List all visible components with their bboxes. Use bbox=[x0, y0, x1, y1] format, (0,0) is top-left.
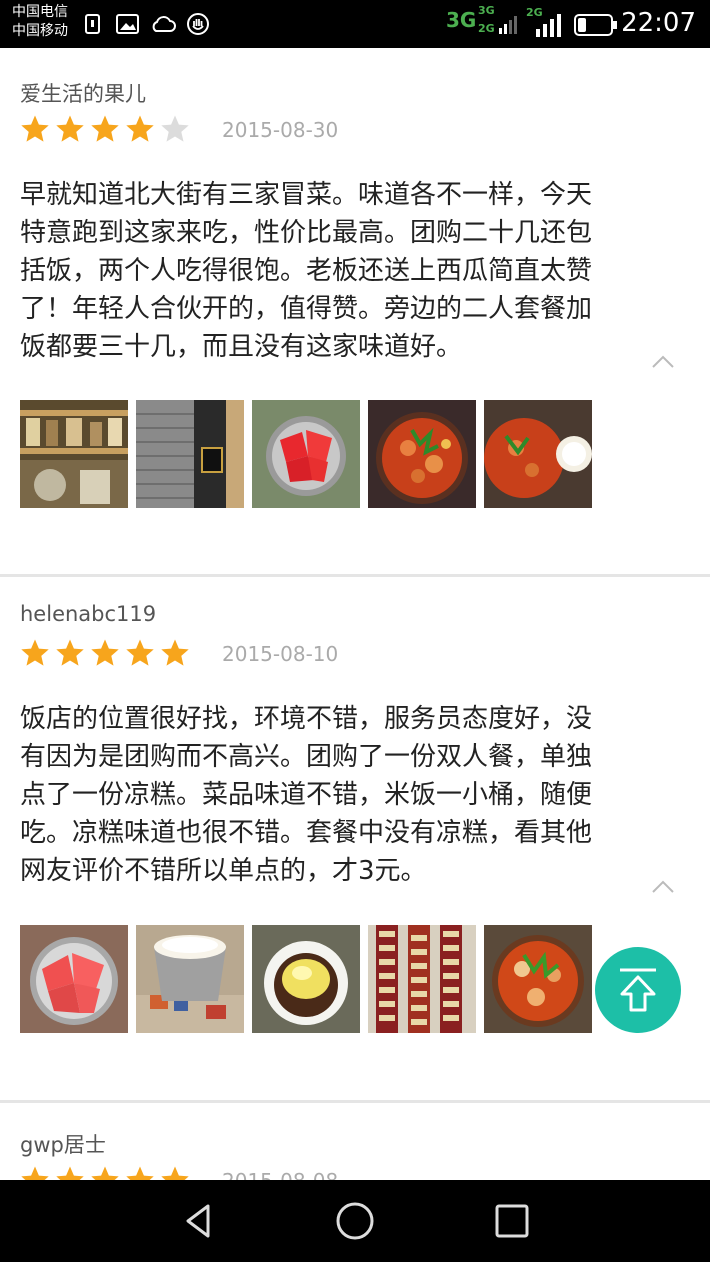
home-icon[interactable] bbox=[334, 1200, 376, 1242]
network-2g-small: 2G bbox=[478, 22, 495, 35]
recents-icon[interactable] bbox=[491, 1200, 533, 1242]
review-date: 2015-08-30 bbox=[222, 118, 339, 142]
network-3g-label: 3G bbox=[446, 8, 477, 32]
star-rating bbox=[20, 638, 190, 668]
review-text-line: 饭店的位置很好找，环境不错，服务员态度好，没 bbox=[20, 704, 593, 734]
photo-strip bbox=[20, 925, 592, 1033]
star-filled-icon bbox=[161, 639, 189, 666]
review-text-line: 饭都要三十几，而且没有这家味道好。 bbox=[20, 332, 463, 362]
carrier-info: 中国电信 中国移动 bbox=[12, 3, 68, 41]
review-photo-thumbnail[interactable] bbox=[136, 400, 244, 508]
star-rating bbox=[20, 114, 190, 144]
review-date: 2015-08-10 bbox=[222, 642, 339, 666]
star-filled-icon bbox=[56, 115, 84, 142]
review-text-line: 括饭，两个人吃得很饱。老板还送上西瓜简直太赞 bbox=[20, 256, 593, 286]
back-icon[interactable] bbox=[178, 1200, 220, 1242]
review-text-line: 有因为是团购而不高兴。团购了一份双人餐，单独 bbox=[20, 742, 593, 772]
review-photo-thumbnail[interactable] bbox=[20, 400, 128, 508]
star-filled-icon bbox=[126, 115, 154, 142]
review-photo-thumbnail[interactable] bbox=[252, 925, 360, 1033]
review-text-line: 了！年轻人合伙开的，值得赞。旁边的二人套餐加 bbox=[20, 294, 593, 324]
review-photo-thumbnail[interactable] bbox=[484, 925, 592, 1033]
review-photo-thumbnail[interactable] bbox=[484, 400, 592, 508]
collapse-chevron-up-icon[interactable] bbox=[652, 879, 674, 893]
star-filled-icon bbox=[21, 1166, 49, 1180]
star-filled-icon bbox=[91, 115, 119, 142]
review-photo-thumbnail[interactable] bbox=[136, 925, 244, 1033]
back-to-top-button[interactable] bbox=[595, 947, 681, 1033]
star-filled-icon bbox=[21, 639, 49, 666]
star-empty-icon bbox=[161, 115, 189, 142]
arrow-up-to-top-icon bbox=[620, 968, 656, 1012]
photo-strip bbox=[20, 400, 592, 508]
review-photo-thumbnail[interactable] bbox=[252, 400, 360, 508]
star-filled-icon bbox=[56, 639, 84, 666]
star-rating bbox=[20, 1165, 190, 1180]
carrier-2: 中国移动 bbox=[12, 23, 68, 39]
status-bar: 中国电信 中国移动 3G 3G 2G 2G 22:07 bbox=[0, 0, 710, 48]
review-text: 早就知道北大街有三家冒菜。味道各不一样，今天 特意跑到这家来吃，性价比最高。团购… bbox=[20, 176, 680, 366]
star-filled-icon bbox=[126, 639, 154, 666]
signal-icon-2 bbox=[536, 14, 561, 37]
review-item: 爱生活的果儿 2015-08-30 早就知道北大街有三家冒菜。味道各不一样，今天… bbox=[0, 48, 710, 573]
star-filled-icon bbox=[91, 1166, 119, 1180]
review-photo-thumbnail[interactable] bbox=[20, 925, 128, 1033]
review-list[interactable]: 爱生活的果儿 2015-08-30 早就知道北大街有三家冒菜。味道各不一样，今天… bbox=[0, 48, 710, 1180]
hand-icon bbox=[187, 13, 209, 35]
collapse-chevron-up-icon[interactable] bbox=[652, 354, 674, 368]
star-filled-icon bbox=[21, 115, 49, 142]
star-filled-icon bbox=[161, 1166, 189, 1180]
review-text-line: 特意跑到这家来吃，性价比最高。团购二十几还包 bbox=[20, 218, 593, 248]
review-photo-thumbnail[interactable] bbox=[368, 400, 476, 508]
navigation-bar bbox=[0, 1180, 710, 1262]
clock: 22:07 bbox=[621, 8, 696, 38]
review-photo-thumbnail[interactable] bbox=[368, 925, 476, 1033]
signal-icon bbox=[499, 16, 517, 34]
star-filled-icon bbox=[91, 639, 119, 666]
cloud-icon bbox=[152, 16, 176, 32]
review-text-line: 网友评价不错所以单点的，才3元。 bbox=[20, 856, 427, 886]
review-text-line: 早就知道北大街有三家冒菜。味道各不一样，今天 bbox=[20, 180, 593, 210]
network-3g-small: 3G bbox=[478, 4, 495, 17]
review-text-line: 吃。凉糕味道也很不错。套餐中没有凉糕，看其他 bbox=[20, 818, 593, 848]
review-username[interactable]: gwp居士 bbox=[20, 1129, 106, 1159]
review-date: 2015-08-08 bbox=[222, 1169, 338, 1180]
image-icon bbox=[116, 14, 139, 34]
star-filled-icon bbox=[126, 1166, 154, 1180]
sim-icon bbox=[85, 14, 100, 34]
review-item: gwp居士 2015-08-08 bbox=[0, 1103, 710, 1180]
review-text: 饭店的位置很好找，环境不错，服务员态度好，没 有因为是团购而不高兴。团购了一份双… bbox=[20, 700, 680, 890]
review-username[interactable]: 爱生活的果儿 bbox=[20, 78, 146, 108]
review-username[interactable]: helenabc119 bbox=[20, 602, 156, 626]
battery-icon bbox=[574, 14, 617, 36]
review-text-line: 点了一份凉糕。菜品味道不错，米饭一小桶，随便 bbox=[20, 780, 593, 810]
star-filled-icon bbox=[56, 1166, 84, 1180]
carrier-1: 中国电信 bbox=[12, 4, 68, 20]
